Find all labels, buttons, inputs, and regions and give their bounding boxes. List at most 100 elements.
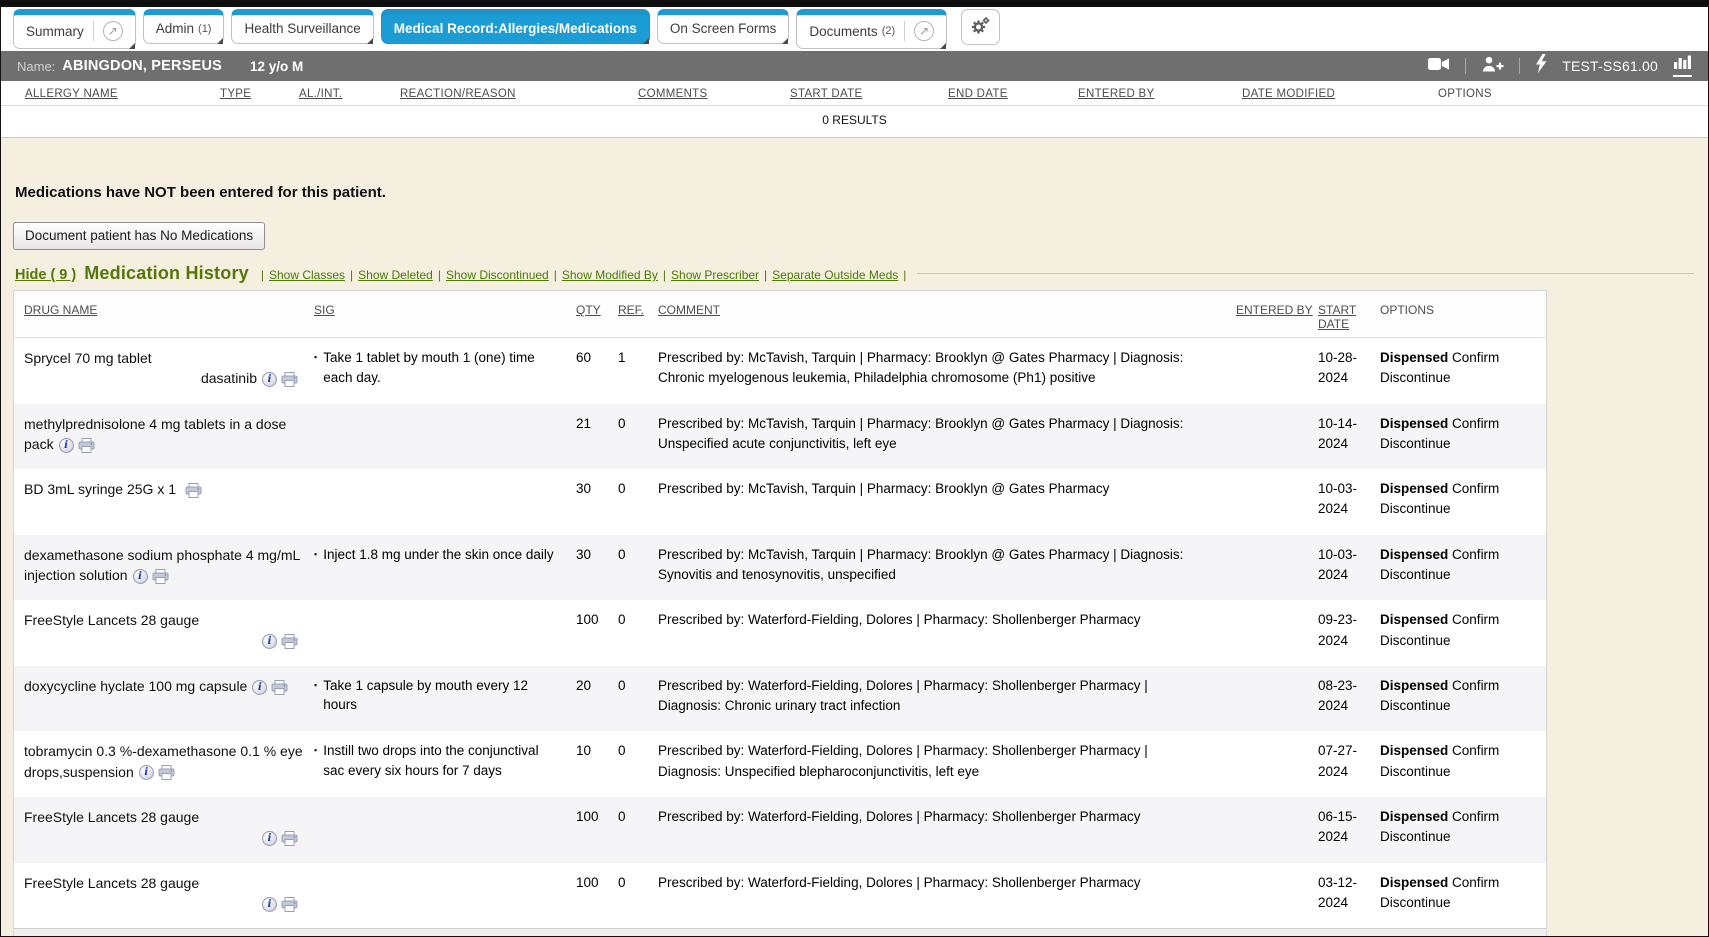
confirm-link[interactable]: Confirm bbox=[1452, 612, 1499, 627]
video-camera-icon[interactable] bbox=[1428, 56, 1450, 77]
separator bbox=[1465, 58, 1466, 74]
qty-value: 100 bbox=[576, 807, 618, 848]
allergy-col-options: OPTIONS bbox=[1438, 88, 1492, 100]
medication-row: BD 3mL syringe 25G x 1 ▪ 30 0 Prescribed… bbox=[14, 469, 1546, 535]
discontinue-link[interactable]: Discontinue bbox=[1380, 633, 1451, 648]
settings-button[interactable] bbox=[961, 9, 1000, 45]
sig-cell: ▪ bbox=[314, 479, 576, 520]
table-paging-status: DISPLAYING 1-9 / 9 bbox=[14, 928, 1546, 937]
allergy-col-start-date[interactable]: START DATE bbox=[790, 88, 948, 100]
tab-admin[interactable]: Admin (1) bbox=[143, 9, 225, 44]
discontinue-link[interactable]: Discontinue bbox=[1380, 436, 1451, 451]
show-modified-by-link[interactable]: Show Modified By bbox=[562, 268, 658, 282]
allergy-col-end-date[interactable]: END DATE bbox=[948, 88, 1078, 100]
show-discontinued-link[interactable]: Show Discontinued bbox=[446, 268, 549, 282]
confirm-link[interactable]: Confirm bbox=[1452, 809, 1499, 824]
med-col-entered-by[interactable]: ENTERED BY bbox=[1236, 303, 1318, 331]
lightning-bolt-icon[interactable] bbox=[1535, 54, 1547, 78]
tab-bar: Summary ↗ Admin (1) Health Surveillance … bbox=[1, 7, 1708, 51]
discontinue-link[interactable]: Discontinue bbox=[1380, 501, 1451, 516]
popout-icon[interactable]: ↗ bbox=[914, 21, 934, 41]
allergy-col-type[interactable]: TYPE bbox=[220, 88, 299, 100]
printer-icon[interactable] bbox=[152, 569, 169, 584]
show-prescriber-link[interactable]: Show Prescriber bbox=[671, 268, 759, 282]
printer-icon[interactable] bbox=[78, 438, 95, 453]
bar-chart-icon[interactable] bbox=[1673, 55, 1692, 77]
info-icon[interactable]: i bbox=[262, 372, 277, 387]
start-date-value: 10-28-2024 bbox=[1318, 348, 1380, 389]
tab-health-surveillance[interactable]: Health Surveillance bbox=[231, 9, 373, 44]
drug-name: BD 3mL syringe 25G x 1 bbox=[24, 481, 176, 497]
hide-history-link[interactable]: Hide ( 9 ) bbox=[15, 267, 76, 283]
start-date-value: 09-23-2024 bbox=[1318, 610, 1380, 651]
info-icon[interactable]: i bbox=[262, 634, 277, 649]
discontinue-link[interactable]: Discontinue bbox=[1380, 567, 1451, 582]
confirm-link[interactable]: Confirm bbox=[1452, 743, 1499, 758]
tab-documents[interactable]: Documents (2) ↗ bbox=[796, 9, 947, 49]
entered-by-value bbox=[1236, 348, 1318, 389]
printer-icon[interactable] bbox=[281, 831, 298, 846]
allergy-col-allergy-name[interactable]: ALLERGY NAME bbox=[25, 88, 220, 100]
comment-text: Prescribed by: McTavish, Tarquin | Pharm… bbox=[658, 414, 1236, 455]
med-col-qty[interactable]: QTY bbox=[576, 303, 618, 331]
info-icon[interactable]: i bbox=[262, 831, 277, 846]
confirm-link[interactable]: Confirm bbox=[1452, 481, 1499, 496]
discontinue-link[interactable]: Discontinue bbox=[1380, 698, 1451, 713]
medication-rows: Sprycel 70 mg tablet dasatinibi ▪ Take 1… bbox=[14, 338, 1546, 928]
tab-label: On Screen Forms bbox=[670, 21, 777, 36]
drug-icons: i bbox=[139, 764, 175, 780]
document-no-medications-button[interactable]: Document patient has No Medications bbox=[13, 222, 265, 250]
drug-name-cell: FreeStyle Lancets 28 gauge i bbox=[14, 873, 314, 914]
printer-icon[interactable] bbox=[185, 483, 202, 498]
confirm-link[interactable]: Confirm bbox=[1452, 547, 1499, 562]
info-icon[interactable]: i bbox=[252, 680, 267, 695]
med-col-comment[interactable]: COMMENT bbox=[658, 303, 1236, 331]
show-deleted-link[interactable]: Show Deleted bbox=[358, 268, 433, 282]
confirm-link[interactable]: Confirm bbox=[1452, 875, 1499, 890]
printer-icon[interactable] bbox=[271, 680, 288, 695]
med-col-start-date[interactable]: START DATE bbox=[1318, 303, 1380, 331]
info-icon[interactable]: i bbox=[139, 765, 154, 780]
med-col-drug-name[interactable]: DRUG NAME bbox=[14, 303, 314, 331]
tab-summary[interactable]: Summary ↗ bbox=[13, 9, 136, 49]
med-col-sig[interactable]: SIG bbox=[314, 303, 576, 331]
printer-icon[interactable] bbox=[281, 897, 298, 912]
comment-text: Prescribed by: Waterford-Fielding, Dolor… bbox=[658, 873, 1236, 914]
entered-by-value bbox=[1236, 676, 1318, 717]
discontinue-link[interactable]: Discontinue bbox=[1380, 895, 1451, 910]
allergy-col-comments[interactable]: COMMENTS bbox=[638, 88, 790, 100]
confirm-link[interactable]: Confirm bbox=[1452, 416, 1499, 431]
confirm-link[interactable]: Confirm bbox=[1452, 678, 1499, 693]
ref-value: 0 bbox=[618, 873, 658, 914]
separator: | bbox=[554, 268, 557, 282]
tab-on-screen-forms[interactable]: On Screen Forms bbox=[657, 9, 790, 44]
separate-outside-meds-link[interactable]: Separate Outside Meds bbox=[772, 268, 898, 282]
dispensed-status: Dispensed bbox=[1380, 809, 1448, 824]
drug-name-cell: tobramycin 0.3 %-dexamethasone 0.1 % eye… bbox=[14, 741, 314, 782]
discontinue-link[interactable]: Discontinue bbox=[1380, 370, 1451, 385]
entered-by-value bbox=[1236, 414, 1318, 455]
med-col-ref[interactable]: REF. bbox=[618, 303, 658, 331]
allergy-col-reaction-reason[interactable]: REACTION/REASON bbox=[400, 88, 638, 100]
add-person-icon[interactable] bbox=[1481, 56, 1504, 77]
allergy-col-al-int[interactable]: AL./INT. bbox=[299, 88, 400, 100]
info-icon[interactable]: i bbox=[262, 897, 277, 912]
separator: | bbox=[764, 268, 767, 282]
entered-by-value bbox=[1236, 873, 1318, 914]
show-classes-link[interactable]: Show Classes bbox=[269, 268, 345, 282]
discontinue-link[interactable]: Discontinue bbox=[1380, 829, 1451, 844]
info-icon[interactable]: i bbox=[133, 569, 148, 584]
patient-bar-actions: TEST-SS61.00 bbox=[1428, 54, 1692, 78]
confirm-link[interactable]: Confirm bbox=[1452, 350, 1499, 365]
allergy-col-date-modified[interactable]: DATE MODIFIED bbox=[1242, 88, 1438, 100]
tab-medical-record-allergies-medications[interactable]: Medical Record:Allergies/Medications bbox=[381, 9, 650, 44]
popout-icon[interactable]: ↗ bbox=[103, 21, 123, 41]
qty-value: 100 bbox=[576, 873, 618, 914]
discontinue-link[interactable]: Discontinue bbox=[1380, 764, 1451, 779]
printer-icon[interactable] bbox=[281, 372, 298, 387]
ref-value: 0 bbox=[618, 807, 658, 848]
printer-icon[interactable] bbox=[158, 765, 175, 780]
info-icon[interactable]: i bbox=[59, 438, 74, 453]
allergy-col-entered-by[interactable]: ENTERED BY bbox=[1078, 88, 1242, 100]
printer-icon[interactable] bbox=[281, 634, 298, 649]
